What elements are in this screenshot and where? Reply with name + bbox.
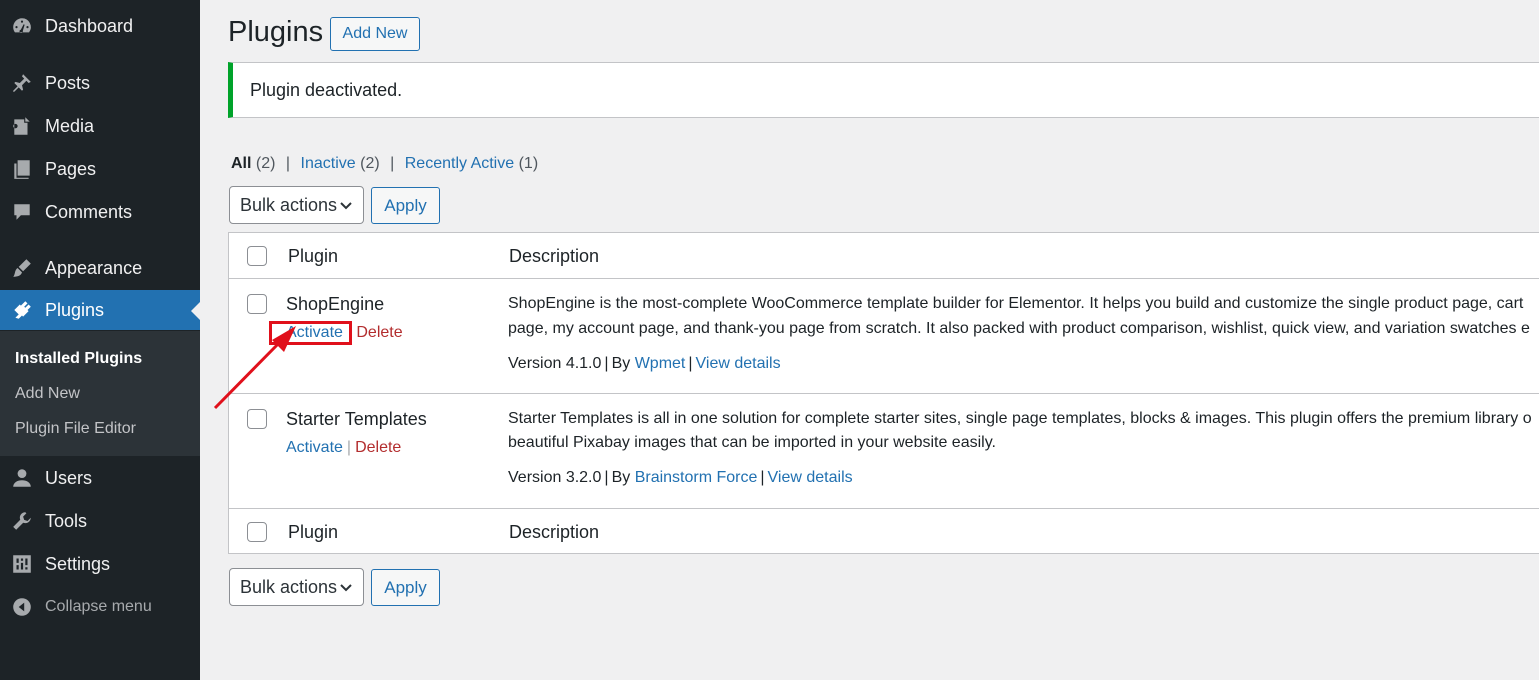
menu-label: Settings	[45, 553, 111, 574]
media-icon	[10, 114, 34, 138]
menu-media[interactable]: Media	[0, 106, 200, 146]
menu-pages[interactable]: Pages	[0, 149, 200, 189]
submenu-plugin-file-editor[interactable]: Plugin File Editor	[15, 420, 136, 438]
brush-icon	[10, 256, 34, 280]
menu-label: Appearance	[45, 257, 143, 278]
bulk-actions-select-bottom[interactable]: Bulk actions	[229, 568, 364, 606]
by-text: By	[611, 469, 631, 486]
menu-settings[interactable]: Settings	[0, 544, 200, 584]
wrench-icon	[10, 509, 34, 533]
filter-all-count: (2)	[255, 155, 276, 172]
column-footer-plugin: Plugin	[288, 522, 339, 542]
current-indicator	[191, 302, 200, 320]
plugin-description-line: Starter Templates is all in one solution…	[508, 410, 1532, 427]
menu-label: Comments	[45, 201, 133, 222]
menu-label: Plugins	[45, 299, 105, 320]
view-details-link[interactable]: View details	[696, 355, 781, 372]
plugin-description-line: beautiful Pixabay images that can be imp…	[508, 434, 996, 451]
menu-appearance[interactable]: Appearance	[0, 248, 200, 288]
plugin-description-line: page, my account page, and thank-you pag…	[508, 320, 1530, 337]
column-header-description: Description	[509, 246, 600, 266]
bulk-actions-label: Bulk actions	[240, 194, 338, 215]
page-title: Plugins	[228, 16, 324, 48]
pin-icon	[10, 71, 34, 95]
filter-recent-count: (1)	[518, 155, 539, 172]
plugin-version-info: Version 3.2.0 | By Brainstorm Force | View d…	[508, 469, 853, 486]
by-text: By	[611, 355, 631, 372]
divider	[229, 508, 1539, 509]
add-new-button[interactable]: Add New	[330, 17, 420, 51]
menu-dashboard[interactable]: Dashboard	[0, 6, 200, 46]
comment-icon	[10, 200, 34, 224]
activate-link[interactable]: Activate	[286, 439, 343, 456]
plugins-submenu: Installed Plugins Add New Plugin File Ed…	[0, 331, 200, 456]
filter-recently-active[interactable]: Recently Active	[405, 155, 514, 172]
menu-label: Pages	[45, 158, 97, 179]
submenu-installed-plugins[interactable]: Installed Plugins	[15, 350, 142, 368]
filter-all[interactable]: All	[231, 155, 251, 172]
annotation-arrow-icon	[213, 326, 296, 410]
delete-link[interactable]: Delete	[355, 439, 401, 456]
notice-text: Plugin deactivated.	[250, 79, 403, 100]
menu-label: Collapse menu	[45, 598, 152, 615]
plugin-filters: All (2) | Inactive (2) | Recently Active…	[231, 155, 538, 173]
menu-label: Media	[45, 115, 95, 136]
filter-separator: |	[285, 155, 291, 172]
apply-button-top[interactable]: Apply	[371, 187, 440, 224]
plugin-version-info: Version 4.1.0 | By Wpmet | View details	[508, 355, 781, 372]
collapse-icon	[10, 595, 34, 619]
filter-inactive-count: (2)	[360, 155, 380, 172]
select-all-checkbox[interactable]	[247, 246, 267, 266]
version-text: Version 3.2.0	[508, 469, 602, 486]
filter-inactive[interactable]: Inactive	[301, 155, 356, 172]
menu-users[interactable]: Users	[0, 458, 200, 498]
plugin-icon	[10, 298, 34, 322]
bulk-actions-label: Bulk actions	[240, 576, 338, 597]
menu-posts[interactable]: Posts	[0, 63, 200, 103]
menu-plugins[interactable]: Plugins	[0, 290, 200, 330]
delete-link[interactable]: Delete	[356, 324, 402, 341]
submenu-add-new[interactable]: Add New	[15, 385, 80, 403]
menu-label: Dashboard	[45, 15, 134, 36]
pages-icon	[10, 157, 34, 181]
dashboard-icon	[10, 14, 34, 38]
version-text: Version 4.1.0	[508, 355, 602, 372]
admin-sidebar: Dashboard Posts Media Pages Comments App…	[0, 0, 200, 680]
settings-icon	[10, 552, 34, 576]
collapse-menu-button[interactable]: Collapse menu	[0, 587, 200, 627]
view-details-link[interactable]: View details	[768, 469, 853, 486]
row-actions: Activate | Delete	[286, 439, 401, 457]
plugin-name: ShopEngine	[286, 294, 385, 314]
bulk-actions-select-top[interactable]: Bulk actions	[229, 186, 364, 224]
menu-label: Users	[45, 467, 93, 488]
apply-button-bottom[interactable]: Apply	[371, 569, 440, 606]
filter-separator: |	[390, 155, 395, 172]
menu-label: Tools	[45, 510, 88, 531]
notice-message: Plugin deactivated.	[228, 62, 1539, 118]
menu-tools[interactable]: Tools	[0, 501, 200, 541]
menu-label: Posts	[45, 72, 91, 93]
row-checkbox[interactable]	[247, 294, 267, 314]
plugins-table: Plugin Description ShopEngine Activate D…	[228, 232, 1539, 554]
column-footer-description: Description	[509, 522, 600, 542]
menu-comments[interactable]: Comments	[0, 192, 200, 232]
action-separator: |	[346, 439, 352, 456]
chevron-down-icon	[340, 584, 352, 592]
author-link[interactable]: Brainstorm Force	[635, 469, 758, 486]
select-all-checkbox-footer[interactable]	[247, 522, 267, 542]
divider	[229, 278, 1539, 279]
plugin-description-line: ShopEngine is the most-complete WooComme…	[508, 295, 1524, 312]
author-link[interactable]: Wpmet	[635, 355, 686, 372]
divider	[229, 393, 1539, 394]
user-icon	[10, 466, 34, 490]
column-header-plugin: Plugin	[288, 246, 339, 266]
chevron-down-icon	[340, 202, 352, 210]
